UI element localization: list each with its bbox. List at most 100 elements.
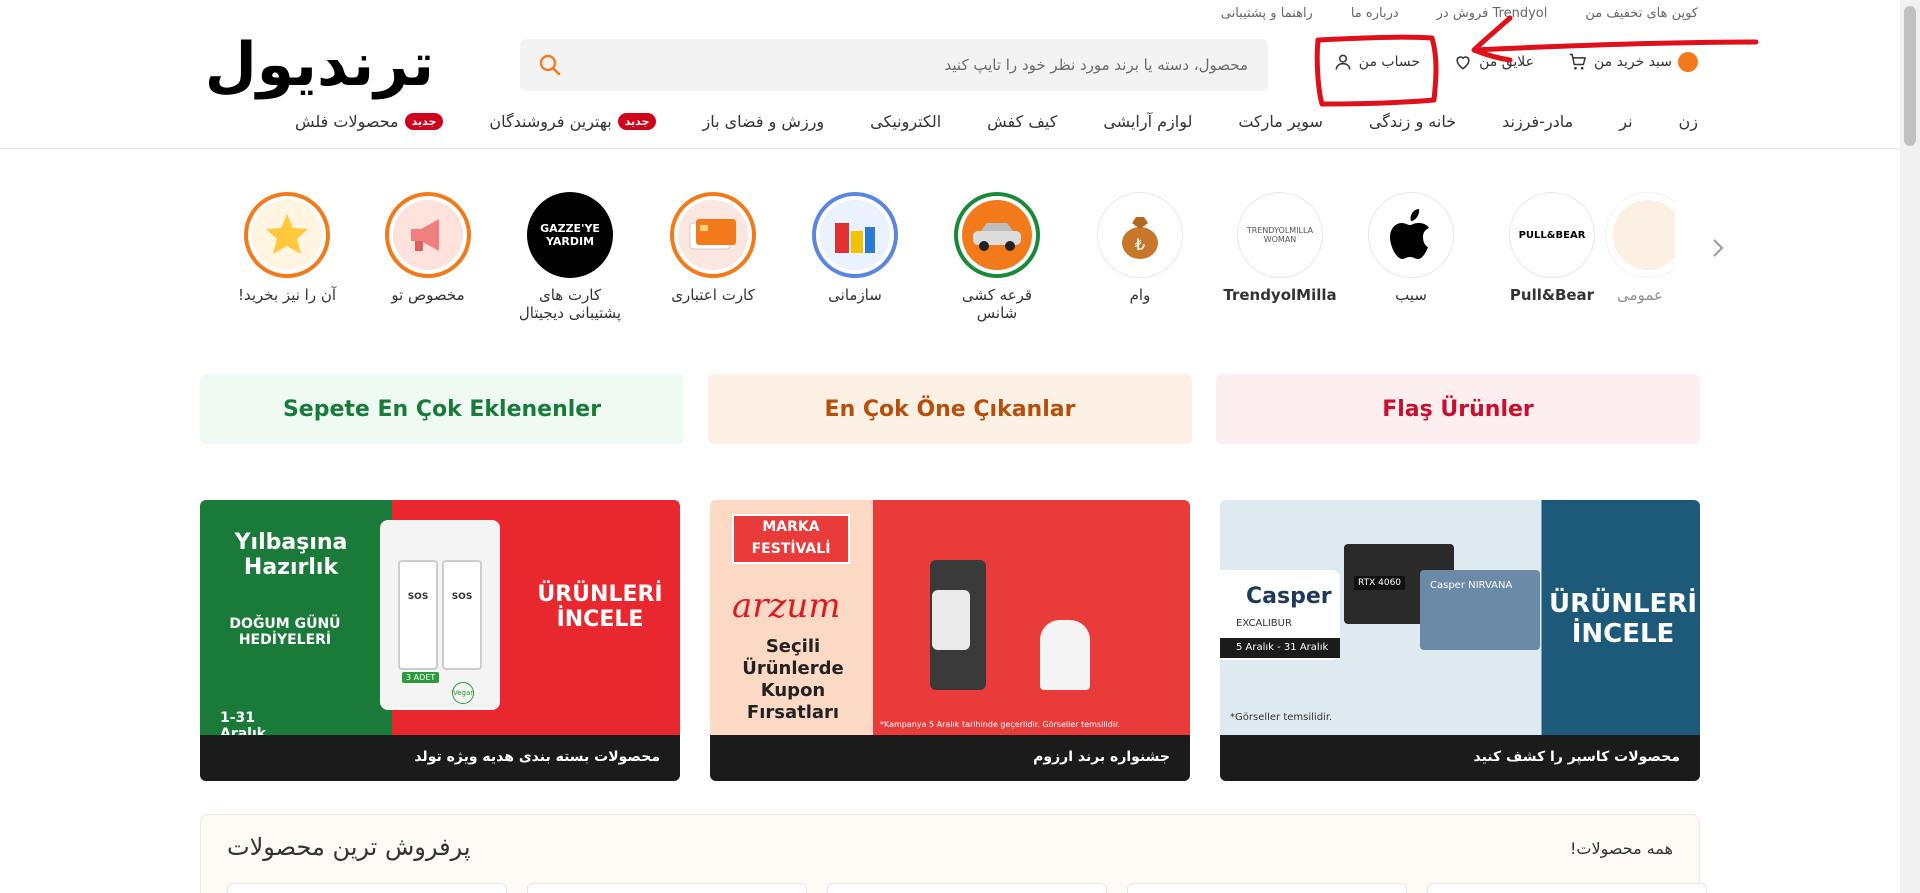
story-item[interactable]: سازمانی — [800, 192, 910, 304]
nav-label: لوازم آرایشی — [1103, 112, 1193, 131]
story-label: سیب — [1395, 286, 1427, 304]
banner-caption: جشنواره برند ارزوم — [710, 735, 1190, 781]
story-label: عمومی — [1617, 286, 1663, 304]
story-image — [1613, 200, 1675, 270]
sell-on-trendyol-link[interactable]: Trendyol فروش در — [1437, 6, 1548, 21]
nav-item-sports[interactable]: ورزش و فضای باز — [702, 112, 824, 131]
trendyolmilla-logo: TRENDYOLMILLA WOMAN — [1246, 226, 1314, 244]
story-circle — [1605, 192, 1675, 278]
trendyol-logo[interactable]: ترندیول — [205, 30, 436, 100]
svg-text:₺: ₺ — [1135, 235, 1145, 254]
vegan-badge: Vegan — [452, 682, 475, 704]
banner-birthday-gifts[interactable]: Yılbaşına Hazırlık DOĞUM GÜNÜ HEDİYELERİ… — [200, 500, 680, 781]
nav-label: الکترونیکی — [870, 112, 942, 131]
banner-caption: محصولات بسته بندی هدیه ویژه تولد — [200, 735, 680, 781]
story-label: TrendyolMilla — [1223, 286, 1337, 304]
product-bottle-label: SOS — [398, 560, 438, 670]
nav-label: زن — [1678, 112, 1698, 131]
product-card[interactable] — [527, 883, 807, 893]
nav-divider — [0, 148, 1900, 149]
tab-flash-products[interactable]: Flaş Ürünler — [1216, 374, 1700, 444]
banner-arzum-festival[interactable]: MARKA FESTİVALİ arzum Seçili Ürünlerde K… — [710, 500, 1190, 781]
favorites-button[interactable]: علایق من — [1453, 52, 1534, 72]
banner-note: *Görseller temsilidir. — [1230, 712, 1333, 723]
nav-item-electronics[interactable]: الکترونیکی — [870, 112, 941, 131]
story-item[interactable]: عمومی — [1605, 192, 1675, 304]
banner-title: Yılbaşına Hazırlık — [234, 530, 348, 581]
product-card[interactable] — [1427, 883, 1707, 893]
product-card[interactable] — [827, 883, 1107, 893]
story-item[interactable]: کارت اعتباری — [658, 192, 768, 304]
search-bar — [520, 39, 1268, 91]
new-badge: جدید — [617, 113, 657, 130]
nav-item-cosmetics[interactable]: لوازم آرایشی — [1103, 112, 1192, 131]
banner-date: 5 Aralık - 31 Aralık — [1220, 638, 1340, 658]
tab-most-featured[interactable]: En Çok Öne Çıkanlar — [708, 374, 1192, 444]
story-item[interactable]: TRENDYOLMILLA WOMAN TrendyolMilla — [1215, 192, 1345, 304]
story-item[interactable]: PULL&BEAR Pull&Bear — [1497, 192, 1607, 304]
nav-item-mother-child[interactable]: مادر-فرزند — [1502, 112, 1573, 131]
nav-label: مادر-فرزند — [1502, 112, 1574, 131]
credit-card-icon — [689, 219, 736, 250]
product-pack-badge: 3 ADET — [402, 672, 440, 683]
nav-label: محصولات فلش — [294, 112, 399, 131]
story-item[interactable]: آن را نیز بخرید! — [232, 192, 342, 304]
pull-and-bear-logo: PULL&BEAR — [1518, 229, 1586, 241]
page-scrollbar[interactable] — [1900, 0, 1920, 893]
cart-button[interactable]: سبد خرید من — [1568, 52, 1698, 72]
banner-casper[interactable]: Casper EXCALIBUR 5 Aralık - 31 Aralık RT… — [1220, 500, 1700, 781]
search-input[interactable] — [598, 39, 1248, 91]
story-label: وام — [1129, 286, 1151, 304]
bestsellers-title: پرفروش ترین محصولات — [227, 833, 471, 861]
nav-item-women[interactable]: زن — [1679, 112, 1698, 131]
product-bottle-label: SOS — [442, 560, 482, 670]
nav-item-men[interactable]: نر — [1619, 112, 1632, 131]
nav-item-best-sellers[interactable]: جدید بهترین فروشندگان — [489, 112, 657, 131]
megaphone-image — [393, 200, 463, 270]
account-button[interactable]: حساب من — [1333, 52, 1420, 72]
products-icon — [835, 223, 875, 253]
search-icon[interactable] — [538, 53, 562, 77]
tab-most-added[interactable]: Sepete En Çok Eklenenler — [200, 374, 684, 444]
product-card[interactable] — [1127, 883, 1407, 893]
kettle-image — [932, 590, 970, 650]
gazze-yardim-logo: GAZZE'YE YARDIM — [540, 222, 600, 248]
story-label: کارت های پشتیبانی دیجیتال — [518, 286, 622, 322]
scrollbar-thumb[interactable] — [1904, 6, 1916, 146]
story-carousel: عمومی PULL&BEAR Pull&Bear سیب TRENDYOLMI… — [210, 192, 1730, 352]
user-icon — [1335, 54, 1351, 70]
story-circle: PULL&BEAR — [1509, 192, 1595, 278]
product-card[interactable] — [227, 883, 507, 893]
casper-logo-card: Casper EXCALIBUR 5 Aralık - 31 Aralık — [1220, 570, 1340, 660]
utility-links: راهنما و پشتیبانی درباره ما Trendyol فرو… — [1221, 6, 1698, 21]
story-item[interactable]: سیب — [1356, 192, 1466, 304]
nav-item-home[interactable]: خانه و زندگی — [1369, 112, 1456, 131]
story-item[interactable]: قرعه کشی شانس — [942, 192, 1052, 322]
banner-caption: محصولات کاسپر را کشف کنید — [1220, 735, 1700, 781]
chevron-right-icon[interactable] — [1706, 236, 1730, 260]
nav-item-bags-shoes[interactable]: کیف کفش — [987, 112, 1057, 131]
nav-item-supermarket[interactable]: سوپر مارکت — [1238, 112, 1323, 131]
about-link[interactable]: درباره ما — [1351, 6, 1399, 21]
story-item[interactable]: GAZZE'YE YARDIM کارت های پشتیبانی دیجیتا… — [515, 192, 625, 322]
favorites-label: علایق من — [1479, 54, 1534, 70]
star-icon — [266, 214, 308, 254]
help-link[interactable]: راهنما و پشتیبانی — [1221, 6, 1313, 21]
banner-subtitle: Seçili Ürünlerde Kupon Fırsatları — [742, 636, 844, 723]
nav-label: سوپر مارکت — [1238, 112, 1323, 131]
my-coupons-link[interactable]: کوپن های تخفیف من — [1585, 6, 1698, 21]
story-label: مخصوص تو — [391, 286, 465, 304]
all-products-link[interactable]: همه محصولات! — [1570, 839, 1673, 858]
car-lottery-image — [962, 200, 1032, 270]
story-circle: GAZZE'YE YARDIM — [527, 192, 613, 278]
laptop-nirvana-image: Casper NIRVANA — [1420, 570, 1540, 650]
story-item[interactable]: ₺ وام — [1085, 192, 1195, 304]
story-item[interactable]: مخصوص تو — [373, 192, 483, 304]
nav-item-flash[interactable]: جدید محصولات فلش — [294, 112, 444, 131]
story-label: کارت اعتباری — [671, 286, 755, 304]
excalibur-logo: EXCALIBUR — [1236, 618, 1292, 629]
story-label: قرعه کشی شانس — [961, 286, 1033, 322]
story-circle — [670, 192, 756, 278]
story-label: Pull&Bear — [1509, 286, 1595, 304]
heart-icon — [1456, 56, 1470, 70]
